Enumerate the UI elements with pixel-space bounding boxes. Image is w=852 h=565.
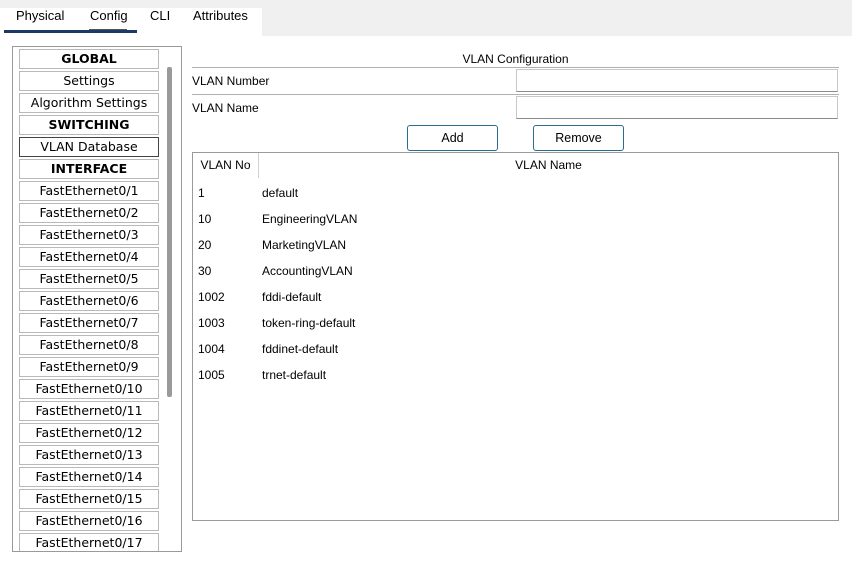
sidebar-item-fastethernet0-12[interactable]: FastEthernet0/12	[19, 423, 159, 443]
column-header-vlan-no[interactable]: VLAN No	[193, 153, 259, 178]
table-row[interactable]: 1003 token-ring-default	[193, 310, 838, 336]
tab-attributes[interactable]: Attributes	[193, 8, 248, 23]
vlan-name-cell: trnet-default	[262, 368, 327, 382]
vlan-name-cell: fddi-default	[262, 290, 322, 304]
vlan-no-cell: 10	[198, 212, 212, 226]
sidebar-item-vlan-database[interactable]: VLAN Database	[19, 137, 159, 157]
sidebar-item-fastethernet0-8[interactable]: FastEthernet0/8	[19, 335, 159, 355]
config-panel: GLOBAL Settings Algorithm Settings SWITCHIN…	[0, 36, 852, 565]
sidebar-section-global: GLOBAL	[19, 49, 159, 69]
vlan-name-label: VLAN Name	[192, 101, 259, 115]
vlan-name-input[interactable]	[516, 96, 838, 119]
table-body: 1 default 10 EngineeringVLAN 20 MarketingVLAN…	[193, 180, 838, 388]
vlan-name-row: VLAN Name	[192, 94, 839, 120]
table-row[interactable]: 1004 fddinet-default	[193, 336, 838, 362]
sidebar-item-fastethernet0-7[interactable]: FastEthernet0/7	[19, 313, 159, 333]
vlan-no-cell: 1	[198, 186, 205, 200]
sidebar-list: GLOBAL Settings Algorithm Settings SWITCHIN…	[19, 49, 159, 551]
sidebar-item-fastethernet0-10[interactable]: FastEthernet0/10	[19, 379, 159, 399]
vlan-config-title: VLAN Configuration	[462, 52, 569, 66]
sidebar-section-interface: INTERFACE	[19, 159, 159, 179]
vlan-no-cell: 30	[198, 264, 212, 278]
tab-bar: Physical Config CLI Attributes	[0, 0, 852, 36]
sidebar-item-fastethernet0-17[interactable]: FastEthernet0/17	[19, 533, 159, 551]
vlan-number-row: VLAN Number	[192, 67, 839, 93]
sidebar-item-fastethernet0-4[interactable]: FastEthernet0/4	[19, 247, 159, 267]
sidebar-item-fastethernet0-9[interactable]: FastEthernet0/9	[19, 357, 159, 377]
sidebar-item-algorithm-settings[interactable]: Algorithm Settings	[19, 93, 159, 113]
sidebar-scrollbar[interactable]	[167, 67, 172, 397]
vlan-no-cell: 1002	[198, 290, 225, 304]
vlan-name-cell: MarketingVLAN	[262, 238, 347, 252]
vlan-name-cell: token-ring-default	[262, 316, 356, 330]
sidebar-item-fastethernet0-15[interactable]: FastEthernet0/15	[19, 489, 159, 509]
sidebar-item-fastethernet0-11[interactable]: FastEthernet0/11	[19, 401, 159, 421]
sidebar-item-fastethernet0-2[interactable]: FastEthernet0/2	[19, 203, 159, 223]
sidebar: GLOBAL Settings Algorithm Settings SWITCHIN…	[12, 46, 182, 552]
vlan-name-cell: fddinet-default	[262, 342, 339, 356]
sidebar-item-settings[interactable]: Settings	[19, 71, 159, 91]
active-tab-indicator	[4, 30, 137, 33]
vlan-name-cell: default	[262, 186, 299, 200]
table-row[interactable]: 30 AccountingVLAN	[193, 258, 838, 284]
vlan-number-input[interactable]	[516, 69, 838, 92]
table-row[interactable]: 10 EngineeringVLAN	[193, 206, 838, 232]
sidebar-item-fastethernet0-1[interactable]: FastEthernet0/1	[19, 181, 159, 201]
tab-config[interactable]: Config	[90, 8, 128, 23]
table-row[interactable]: 1005 trnet-default	[193, 362, 838, 388]
sidebar-item-fastethernet0-13[interactable]: FastEthernet0/13	[19, 445, 159, 465]
vlan-number-label: VLAN Number	[192, 74, 270, 88]
vlan-name-cell: AccountingVLAN	[262, 264, 353, 278]
table-row[interactable]: 1 default	[193, 180, 838, 206]
sidebar-item-fastethernet0-14[interactable]: FastEthernet0/14	[19, 467, 159, 487]
vlan-no-cell: 20	[198, 238, 212, 252]
sidebar-item-fastethernet0-3[interactable]: FastEthernet0/3	[19, 225, 159, 245]
sidebar-section-switching: SWITCHING	[19, 115, 159, 135]
tab-physical[interactable]: Physical	[16, 8, 64, 23]
table-row[interactable]: 1002 fddi-default	[193, 284, 838, 310]
vlan-name-cell: EngineeringVLAN	[262, 212, 358, 226]
sidebar-item-fastethernet0-16[interactable]: FastEthernet0/16	[19, 511, 159, 531]
vlan-no-cell: 1005	[198, 368, 225, 382]
vlan-no-cell: 1003	[198, 316, 225, 330]
tab-cli[interactable]: CLI	[150, 8, 170, 23]
sidebar-item-fastethernet0-5[interactable]: FastEthernet0/5	[19, 269, 159, 289]
sidebar-item-fastethernet0-6[interactable]: FastEthernet0/6	[19, 291, 159, 311]
add-button[interactable]: Add	[407, 125, 498, 151]
remove-button[interactable]: Remove	[533, 125, 624, 151]
table-row[interactable]: 20 MarketingVLAN	[193, 232, 838, 258]
config-tab-underline	[89, 29, 127, 30]
vlan-no-cell: 1004	[198, 342, 225, 356]
vlan-table: VLAN No VLAN Name 1 default 10 EngineeringV…	[192, 152, 839, 521]
column-header-vlan-name[interactable]: VLAN Name	[259, 153, 838, 178]
